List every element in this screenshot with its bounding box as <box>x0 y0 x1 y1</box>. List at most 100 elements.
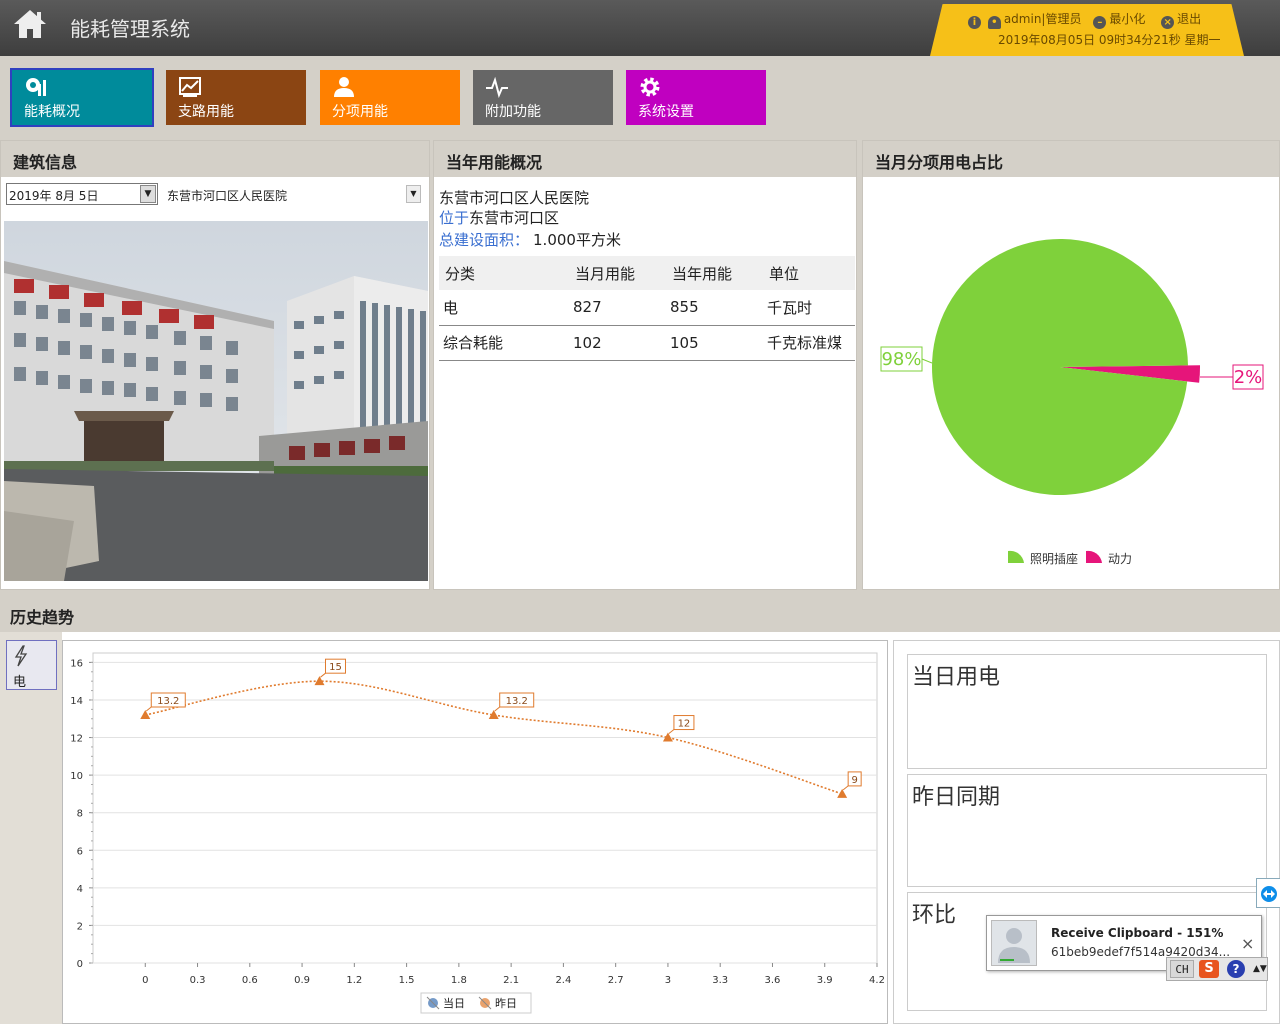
nav-label: 系统设置 <box>638 104 694 120</box>
x-tick-label: 0.6 <box>242 975 258 986</box>
legend-label: 动力 <box>1108 552 1132 566</box>
data-label: 13.2 <box>157 696 179 707</box>
nav-label: 附加功能 <box>485 104 541 120</box>
nav-label: 能耗概况 <box>24 104 80 120</box>
top-bar: 能耗管理系统 i • admin|管理员 – 最小化 × 退出 2019年08月05日… <box>0 0 1280 56</box>
building-area: 总建设面积： 1.000平方米 <box>439 231 621 249</box>
nav-overview[interactable]: 能耗概况 <box>10 68 154 127</box>
y-tick-label: 10 <box>70 771 83 782</box>
person-icon <box>334 77 354 97</box>
pie-label: 2% <box>1234 367 1263 388</box>
today-box: 当日用电 <box>907 654 1267 769</box>
pie-label: 98% <box>881 349 921 370</box>
user-icon: • <box>987 16 1001 29</box>
table-cell: 电 <box>439 290 569 326</box>
chevron-down-icon[interactable]: ▼ <box>406 185 421 203</box>
table-cell: 827 <box>569 290 666 326</box>
building-location: 位于东营市河口区 <box>439 209 560 227</box>
yesterday-box: 昨日同期 <box>907 774 1267 887</box>
nav-extra[interactable]: 附加功能 <box>473 70 613 125</box>
chevron-down-icon[interactable]: ▼ <box>140 185 156 203</box>
yearly-usage-panel: 当年用能概况 东营市河口区人民医院 位于东营市河口区 总建设面积： 1.000平方… <box>433 140 857 590</box>
chart-legend: 当日 昨日 <box>420 992 532 1014</box>
column-header: 分类 <box>439 256 569 290</box>
chart-icon <box>179 77 201 97</box>
ratio-label: 环比 <box>912 903 957 928</box>
info-icon[interactable]: i <box>968 16 981 29</box>
nav-label: 分项用能 <box>332 104 388 120</box>
ime-lang-button[interactable]: CH <box>1170 960 1194 978</box>
pulse-icon <box>486 76 508 98</box>
chevron-down-icon[interactable]: ▲▼ <box>1253 960 1267 978</box>
data-label: 13.2 <box>506 696 528 707</box>
line-chart-frame: 0 2 4 6 8 10 12 14 16 0 0.3 0.6 0.9 1.2 1.5 1.8 2.1 2.4 2.… <box>62 640 888 1024</box>
table-row: 电 827 855 千瓦时 <box>439 290 855 326</box>
legend-label: 当日 <box>443 996 465 1010</box>
column-header: 当年用能 <box>666 256 763 290</box>
column-header: 当月用能 <box>569 256 666 290</box>
minimize-button[interactable]: – 最小化 <box>1093 12 1145 29</box>
y-tick-label: 6 <box>77 846 83 857</box>
x-tick-label: 3.6 <box>765 975 781 986</box>
date-picker[interactable]: 2019年 8月 5日 ▼ <box>6 183 158 205</box>
building-panel: 建筑信息 2019年 8月 5日 ▼ 东营市河口区人民医院 ▼ <box>0 140 430 590</box>
legend-label: 昨日 <box>495 997 517 1010</box>
x-tick-label: 1.8 <box>451 975 467 986</box>
line-chart: 0 2 4 6 8 10 12 14 16 0 0.3 0.6 0.9 1.2 1.5 1.8 2.1 2.4 2.… <box>70 652 885 1014</box>
building-name: 东营市河口区人民医院 <box>439 189 590 207</box>
table-header-row: 分类 当月用能 当年用能 单位 <box>439 256 855 290</box>
table-cell: 千克标准煤 <box>763 325 855 361</box>
tab-electricity[interactable]: 电 <box>6 640 57 690</box>
user-panel: i • admin|管理员 – 最小化 × 退出 2019年08月05日 09时34分… <box>930 4 1244 56</box>
teamviewer-tab[interactable] <box>1256 878 1280 908</box>
x-tick-label: 3.3 <box>712 975 728 986</box>
pie-chart: 98% 2% 照明插座 动力 <box>880 238 1264 566</box>
legend-swatch <box>1086 550 1102 563</box>
today-label: 当日用电 <box>912 665 1001 690</box>
close-icon[interactable]: × <box>1241 934 1254 953</box>
x-tick-label: 3.9 <box>817 975 833 986</box>
panel-heading: 当年用能概况 <box>434 141 856 177</box>
popup-title: Receive Clipboard - 151% <box>1051 926 1224 940</box>
pie-leader-line <box>921 358 933 364</box>
table-cell: 102 <box>569 325 666 361</box>
nav-branch[interactable]: 支路用能 <box>166 70 306 125</box>
legend-swatch <box>1008 550 1024 563</box>
panel-heading: 建筑信息 <box>1 141 429 177</box>
data-label: 15 <box>329 662 342 673</box>
building-select[interactable]: 东营市河口区人民医院 ▼ <box>161 183 425 205</box>
y-tick-label: 16 <box>70 658 83 669</box>
home-icon[interactable] <box>12 8 48 40</box>
nav-label: 支路用能 <box>178 104 234 120</box>
sogou-icon[interactable]: S <box>1199 960 1219 978</box>
app-title: 能耗管理系统 <box>70 17 190 41</box>
help-icon[interactable]: ? <box>1227 960 1245 978</box>
ime-toolbar: CH S ? ▲▼ <box>1166 957 1268 981</box>
table-row: 综合耗能 102 105 千克标准煤 <box>439 325 855 361</box>
nav-category[interactable]: 分项用能 <box>320 70 460 125</box>
table-cell: 综合耗能 <box>439 325 569 361</box>
logout-button[interactable]: × 退出 <box>1161 12 1201 29</box>
table-cell: 105 <box>666 325 763 361</box>
x-tick-label: 1.2 <box>346 975 362 986</box>
legend-label: 照明插座 <box>1030 551 1078 566</box>
x-tick-label: 0 <box>142 975 148 986</box>
data-label: 9 <box>851 775 857 786</box>
nav-settings[interactable]: 系统设置 <box>626 70 766 125</box>
user-name: admin|管理员 <box>1003 12 1082 26</box>
x-tick-label: 4.2 <box>869 975 885 986</box>
x-tick-label: 1.5 <box>399 975 415 986</box>
datetime: 2019年08月05日 09时34分21秒 星期一 <box>998 33 1221 47</box>
history-heading: 历史趋势 <box>0 596 1280 632</box>
gear-icon <box>640 77 660 97</box>
data-label: 12 <box>678 719 691 730</box>
lightning-icon <box>14 645 28 667</box>
usage-table: 分类 当月用能 当年用能 单位 电 827 855 千瓦时 综合耗能 102 1… <box>439 256 855 361</box>
pie-panel: 当月分项用电占比 98% 2% 照明插座 动力 <box>862 140 1280 590</box>
x-tick-label: 0.3 <box>190 975 206 986</box>
tab-label: 电 <box>13 675 27 690</box>
table-cell: 855 <box>666 290 763 326</box>
y-tick-label: 14 <box>70 696 83 707</box>
y-tick-label: 12 <box>70 734 83 745</box>
building-photo <box>4 221 428 581</box>
